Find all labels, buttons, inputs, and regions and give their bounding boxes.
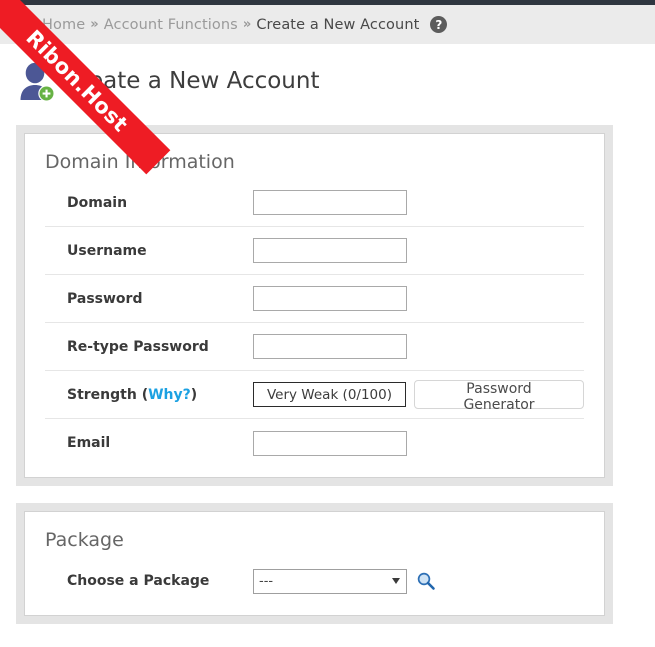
username-input[interactable] [253,238,407,263]
user-add-icon [16,60,60,102]
form-row-domain: Domain [45,179,584,227]
form-row-choose-package: Choose a Package --- [45,557,584,605]
package-title: Package [45,529,124,551]
hamburger-bars-icon [13,17,33,32]
label-email: Email [67,435,111,451]
help-icon[interactable]: ? [430,16,448,33]
breadcrumb-item-current: Create a New Account [256,16,420,33]
strength-why-link[interactable]: Why? [148,387,191,403]
label-username: Username [67,242,147,259]
magnifier-search-icon[interactable] [416,571,436,591]
password-input[interactable] [253,286,407,311]
breadcrumb-item-home[interactable]: Home [42,17,85,33]
package-select-wrapper: --- [253,568,407,594]
email-input[interactable] [253,430,407,456]
page-title: Create a New Account [64,67,320,94]
label-password: Password [67,290,143,307]
collapse-arrow-icon [8,20,12,29]
form-row-strength: Strength (Why?) Very Weak (0/100) Passwo… [45,371,584,419]
retype-password-input[interactable] [253,334,407,359]
breadcrumb-bar: Home » Account Functions » Create a New … [0,5,655,44]
label-strength-paren-open: ( [136,386,149,403]
breadcrumb-separator-2: » [242,17,252,32]
label-strength-text: Strength [67,386,137,403]
package-panel: Package Choose a Package --- [16,503,613,624]
domain-information-title: Domain Information [45,151,235,173]
form-row-username: Username [45,227,584,275]
label-retype-password: Re-type Password [67,338,209,355]
form-row-retype-password: Re-type Password [45,323,584,371]
form-row-email: Email [45,419,584,467]
hamburger-menu-icon[interactable] [6,13,36,37]
package-select[interactable]: --- [253,568,407,594]
password-generator-button[interactable]: Password Generator [414,380,584,413]
breadcrumb-separator-1: » [90,17,99,32]
domain-input[interactable] [253,190,407,215]
page-header: Create a New Account [0,44,655,102]
domain-information-panel-body: Domain Information Domain Username Passw… [24,133,605,478]
breadcrumb: Home » Account Functions » Create a New … [42,16,448,33]
breadcrumb-item-account-functions[interactable]: Account Functions [104,17,238,33]
password-strength-value: Very Weak (0/100) [266,386,392,403]
label-strength-paren-close: ) [190,386,198,403]
domain-information-panel: Domain Information Domain Username Passw… [16,125,613,486]
label-choose-package: Choose a Package [67,573,210,589]
label-domain: Domain [67,194,128,211]
label-strength: Strength (Why?) [45,387,253,403]
package-panel-body: Package Choose a Package --- [24,511,605,616]
form-row-password: Password [45,275,584,323]
password-strength-indicator: Very Weak (0/100) [253,382,406,407]
